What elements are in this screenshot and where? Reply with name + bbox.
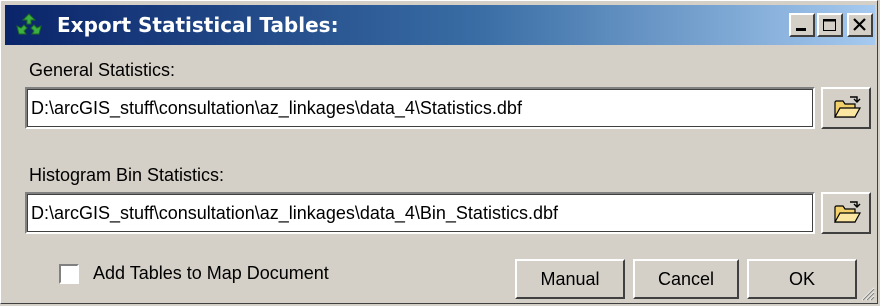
general-statistics-field[interactable] [25,87,815,129]
close-icon [853,18,866,31]
manual-button[interactable]: Manual [515,259,625,299]
add-tables-checkbox[interactable] [59,264,79,284]
window-title: Export Statistical Tables: [57,13,339,37]
histogram-bin-statistics-field[interactable] [25,192,815,234]
histogram-bin-statistics-input[interactable] [31,200,781,226]
maximize-icon [823,19,836,31]
maximize-button[interactable] [817,13,843,37]
minimize-button[interactable] [789,13,815,37]
export-dialog: Export Statistical Tables: General Stati… [0,0,878,304]
resize-grip-icon[interactable] [859,285,875,301]
general-statistics-browse-button[interactable] [821,87,871,129]
open-folder-icon [833,201,861,223]
histogram-bin-statistics-browse-button[interactable] [821,192,871,234]
open-folder-icon [833,96,861,118]
ok-button[interactable]: OK [747,259,857,299]
minimize-icon [796,28,806,31]
histogram-bin-statistics-label: Histogram Bin Statistics: [29,165,225,185]
general-statistics-input[interactable] [31,95,781,121]
add-tables-label[interactable]: Add Tables to Map Document [93,263,329,284]
arcgis-tools-icon [16,13,42,35]
title-bar[interactable]: Export Statistical Tables: [5,5,875,45]
close-button[interactable] [847,13,873,37]
cancel-button[interactable]: Cancel [633,259,739,299]
general-statistics-label: General Statistics: [29,60,176,80]
